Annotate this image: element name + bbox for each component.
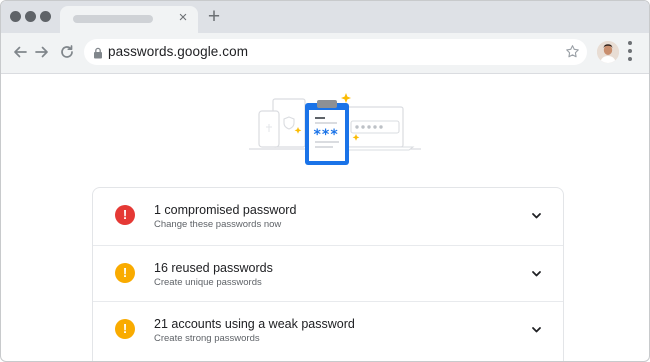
chevron-down-icon[interactable] (530, 209, 543, 222)
profile-avatar[interactable] (597, 41, 619, 63)
list-item[interactable]: ! 21 accounts using a weak password Crea… (93, 301, 563, 358)
star-icon[interactable] (565, 44, 580, 59)
new-tab-button[interactable]: + (204, 6, 224, 27)
warning-icon: ! (115, 263, 135, 283)
url-text[interactable]: passwords.google.com (108, 44, 248, 59)
list-item[interactable]: ! 16 reused passwords Create unique pass… (93, 245, 563, 302)
kebab-menu-icon[interactable] (627, 41, 633, 65)
item-title: 21 accounts using a weak password (154, 317, 355, 331)
tab-strip: × + (1, 1, 649, 33)
address-bar[interactable]: passwords.google.com (84, 39, 587, 65)
window-control-dot[interactable] (25, 11, 36, 22)
lock-icon[interactable] (93, 46, 103, 59)
masked-password-text: *** (313, 127, 338, 143)
chevron-down-icon[interactable] (530, 267, 543, 280)
password-checkup-list: ! 1 compromised password Change these pa… (92, 187, 564, 361)
item-title: 1 compromised password (154, 203, 297, 217)
window-control-dot[interactable] (10, 11, 21, 22)
password-checkup-illustration: *** (245, 91, 425, 167)
alert-icon: ! (115, 205, 135, 225)
list-item[interactable]: ! 1 compromised password Change these pa… (93, 188, 563, 244)
arrow-left-icon[interactable] (11, 43, 29, 61)
item-subtitle: Create strong passwords (154, 333, 260, 344)
window-control-dot[interactable] (40, 11, 51, 22)
tab-title-placeholder (73, 15, 153, 23)
browser-window: × + passwords.google.com *** ! 1 comprom… (0, 0, 650, 362)
chevron-down-icon[interactable] (530, 323, 543, 336)
warning-icon: ! (115, 319, 135, 339)
reload-icon[interactable] (58, 43, 76, 61)
browser-tab[interactable]: × (60, 6, 198, 33)
arrow-right-icon[interactable] (33, 43, 51, 61)
close-icon[interactable]: × (176, 10, 190, 25)
item-title: 16 reused passwords (154, 261, 273, 275)
item-subtitle: Change these passwords now (154, 219, 282, 230)
item-subtitle: Create unique passwords (154, 277, 262, 288)
browser-toolbar: passwords.google.com (1, 33, 649, 74)
